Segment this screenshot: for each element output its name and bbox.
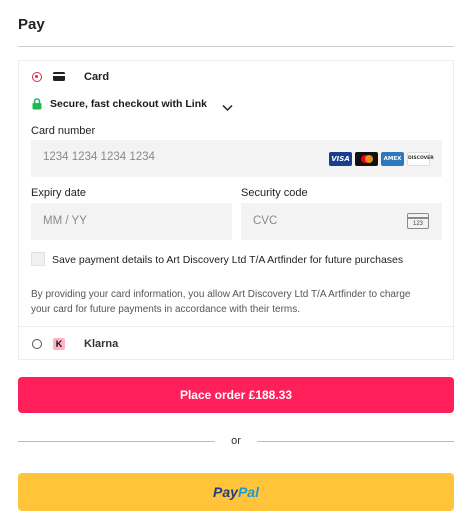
expiry-field[interactable]: MM / YY [31, 203, 232, 240]
klarna-option-label[interactable]: Klarna [84, 338, 118, 350]
expiry-label: Expiry date [31, 187, 87, 199]
cvc-icon: 123 [407, 213, 429, 229]
card-icon [53, 72, 65, 81]
mastercard-icon [355, 152, 378, 166]
card-number-placeholder: 1234 1234 1234 1234 [43, 151, 155, 163]
security-code-label: Security code [241, 187, 308, 199]
klarna-icon: K [53, 338, 65, 350]
lock-icon [32, 97, 42, 115]
place-order-button[interactable]: Place order £188.33 [18, 377, 454, 413]
paypal-logo-pay: Pay [213, 484, 238, 500]
save-details-checkbox[interactable] [31, 252, 45, 266]
card-radio[interactable] [32, 72, 42, 82]
link-checkout-text[interactable]: Secure, fast checkout with Link [50, 98, 207, 110]
discover-icon: DISCOVER [407, 152, 434, 166]
save-details-label[interactable]: Save payment details to Art Discovery Lt… [52, 254, 403, 266]
card-number-field[interactable]: 1234 1234 1234 1234 VISA AMEX DISCOVER [31, 140, 442, 177]
klarna-radio[interactable] [32, 339, 42, 349]
visa-icon: VISA [329, 152, 352, 166]
expiry-placeholder: MM / YY [43, 215, 87, 227]
or-divider-right [257, 441, 454, 442]
cvc-icon-text: 123 [413, 221, 424, 227]
card-number-label: Card number [31, 125, 96, 137]
klarna-divider [18, 326, 454, 327]
place-order-label: Place order £188.33 [179, 388, 293, 402]
paypal-button[interactable]: PayPal [18, 473, 454, 511]
chevron-down-icon[interactable] [222, 99, 233, 117]
card-disclaimer: By providing your card information, you … [31, 289, 411, 315]
page-title: Pay [18, 16, 45, 33]
paypal-logo-pal: Pal [237, 484, 259, 500]
paypal-logo: PayPal [18, 473, 454, 511]
amex-icon: AMEX [381, 152, 404, 166]
or-divider-left [18, 441, 215, 442]
cvc-placeholder: CVC [253, 215, 278, 227]
title-divider [18, 46, 454, 47]
card-option-label[interactable]: Card [84, 71, 109, 83]
or-divider-text: or [231, 435, 241, 447]
security-code-field[interactable]: CVC 123 [241, 203, 442, 240]
